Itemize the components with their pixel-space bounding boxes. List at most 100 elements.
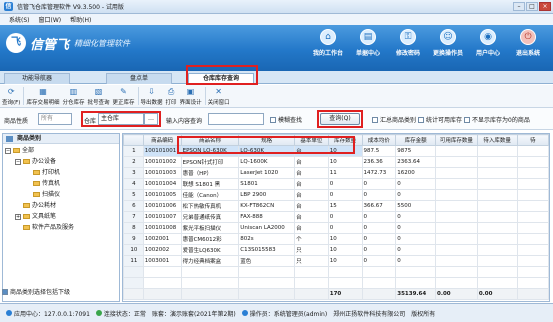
tab-function-navigator[interactable]: 功能导航器: [4, 73, 70, 84]
change-password-button[interactable]: ⚿ 修改密码: [389, 29, 427, 57]
table-cell: 5500: [395, 200, 437, 212]
summarize-category-checkbox[interactable]: 汇总商品类别: [372, 115, 416, 124]
maximize-button[interactable]: □: [526, 2, 538, 11]
summary-cell: 0.00: [476, 288, 518, 300]
switch-operator-button[interactable]: ☺ 更换操作员: [429, 29, 467, 57]
menu-window[interactable]: 窗口(W): [39, 15, 62, 24]
exit-system-button[interactable]: ⏻ 退出系统: [509, 29, 547, 57]
close-window-button[interactable]: ×: [539, 2, 551, 11]
include-subcategory-checkbox[interactable]: 商品类别选择包括下级: [2, 287, 70, 296]
tree-node-office-supplies[interactable]: 办公耗材: [23, 201, 56, 211]
query-input[interactable]: [208, 113, 264, 125]
table-row[interactable]: 7 100101007 兄弟普通纸传真 FAX-888 台 0 0 0: [123, 211, 549, 223]
user-center-button[interactable]: ◉ 用户中心: [469, 29, 507, 57]
table-cell: 0: [327, 222, 363, 234]
column-header[interactable]: 商品编码: [142, 134, 182, 146]
tree-node-printer[interactable]: 打印机: [33, 168, 60, 178]
tree-node-fax[interactable]: 传真机: [33, 179, 60, 189]
folder-icon: [23, 203, 30, 208]
correct-stock-button[interactable]: ✎ 更正库存: [113, 86, 135, 107]
menu-system[interactable]: 系统(S): [9, 15, 30, 24]
checkbox-icon: [2, 288, 8, 295]
summary-row: 170 35139.64 0.00 0.00: [123, 288, 549, 300]
table-cell: [516, 233, 549, 245]
table-cell: 9: [123, 233, 144, 245]
table-row[interactable]: 9 1002001 惠普CM6012彩 802s 个 10 0 0: [123, 233, 549, 245]
table-cell: 爱普生LQ630K: [180, 244, 240, 256]
table-row[interactable]: 6 100101006 松下热敏传真机 KX-FT862CN 台 15 366.67 5500: [123, 200, 549, 212]
expand-icon[interactable]: +: [15, 213, 21, 220]
table-cell: 3: [123, 167, 144, 179]
hide-zero-stock-checkbox[interactable]: 不显示库存为0的商品: [464, 115, 530, 124]
available-stock-checkbox[interactable]: 统计可用库存: [418, 115, 462, 124]
workbench-button[interactable]: ⌂ 我的工作台: [309, 29, 347, 57]
stock-transactions-button[interactable]: ▦ 库存交易明细: [26, 86, 59, 107]
app-header: 飞 信管飞 精细化管理软件 ⌂ 我的工作台 ▤ 单据中心 ⚿ 修改密码 ☺ 更换操作员 …: [0, 25, 553, 71]
collapse-icon[interactable]: −: [15, 158, 21, 165]
table-cell: 0: [327, 189, 363, 201]
table-cell: 6: [123, 200, 144, 212]
table-row[interactable]: 4 100101004 联想 S1801 黑 S1801 台 0 0 0: [123, 178, 549, 190]
table-cell: 0: [395, 255, 437, 267]
table-row[interactable]: 3 100101003 惠普（HP） LaserJet 1020 台 11 1472.73 1…: [123, 167, 549, 179]
tree-node-scanner[interactable]: 扫描仪: [33, 190, 60, 200]
table-row[interactable]: 8 100101008 紫光平板扫描仪 Uniscan LA2000 台 0 0 0: [123, 222, 549, 234]
copyright: 版权所有: [411, 310, 436, 318]
app-icon: 信: [4, 2, 13, 11]
server-icon: [6, 310, 12, 316]
table-cell: 佳能（Canon）: [180, 189, 240, 201]
table-cell: 联想 S1801 黑: [180, 178, 240, 190]
summary-cell: 170: [327, 288, 363, 300]
tree-node-office-equipment[interactable]: − 办公设备: [15, 157, 56, 167]
table-cell: 100101002: [142, 156, 182, 168]
item-nature-label: 商品性质: [4, 118, 29, 125]
table-cell: 100101006: [142, 200, 182, 212]
tab-stocktake[interactable]: 盘点单: [106, 73, 172, 84]
tree-node-software[interactable]: 软件产品及服务: [23, 223, 74, 233]
table-cell: [516, 178, 549, 190]
menu-help[interactable]: 帮助(H): [70, 15, 91, 24]
logo-subtitle: 精细化管理软件: [74, 38, 131, 48]
minimize-button[interactable]: –: [513, 2, 525, 11]
table-cell: 0: [361, 211, 397, 223]
operator-icon: [241, 310, 248, 316]
tree-node-stationery[interactable]: + 文具纸笔: [15, 212, 56, 222]
table-cell: 0: [395, 233, 437, 245]
table-cell: [435, 233, 478, 245]
query-button[interactable]: ⟳ 查询(F): [2, 86, 20, 107]
batch-query-button[interactable]: ▧ 批号查询: [88, 86, 110, 107]
logo-text: 信管飞: [30, 37, 70, 53]
user-center-icon: ◉: [480, 29, 496, 45]
table-cell: 台: [294, 167, 329, 179]
print-button[interactable]: ⎙ 打印: [166, 86, 177, 107]
column-header[interactable]: 待入库数量: [476, 134, 518, 146]
fuzzy-search-checkbox[interactable]: 模糊查找: [270, 115, 302, 124]
column-header[interactable]: 成本均价: [361, 134, 397, 146]
documents-center-button[interactable]: ▤ 单据中心: [349, 29, 387, 57]
table-cell: 0: [395, 211, 437, 223]
collapse-icon[interactable]: −: [5, 147, 11, 154]
table-cell: [516, 189, 549, 201]
warehouse-stock-button[interactable]: ▥ 分仓库存: [62, 86, 84, 107]
column-header[interactable]: 库存金额: [395, 134, 437, 146]
table-cell: 惠普CM6012彩: [180, 233, 240, 245]
table-row[interactable]: 11 1003001 得力经典档案盒 蓝色只 10 0 0: [123, 255, 549, 267]
column-header[interactable]: 可用库存数量: [435, 134, 478, 146]
layout-design-button[interactable]: ▣ 界面设计: [180, 86, 202, 107]
tree-node-all[interactable]: − 全部: [5, 146, 34, 156]
warehouse-icon: ▥: [69, 87, 78, 96]
table-cell: 10: [327, 233, 363, 245]
column-header[interactable]: [123, 134, 144, 146]
table-row[interactable]: 2 100101002 EPSON针式打印 LQ-1600K 台 10 236.36 2363…: [123, 156, 549, 168]
item-nature-select[interactable]: 所有: [38, 113, 72, 125]
close-tab-button[interactable]: ✕ 关闭窗口: [208, 86, 230, 107]
table-cell: 1003001: [142, 255, 182, 267]
table-row[interactable]: 5 100101005 佳能（Canon） LBP 2900 台 0 0 0: [123, 189, 549, 201]
table-cell: 0: [395, 189, 437, 201]
table-cell: 台: [294, 211, 329, 223]
table-cell: 松下热敏传真机: [180, 200, 240, 212]
export-data-button[interactable]: ⇩ 导出数据: [141, 86, 163, 107]
column-header[interactable]: 待: [516, 134, 549, 146]
table-cell: 0: [395, 222, 437, 234]
table-row[interactable]: 10 1002002 爱普生LQ630K C13S015583 只 10 0 0: [123, 244, 549, 256]
